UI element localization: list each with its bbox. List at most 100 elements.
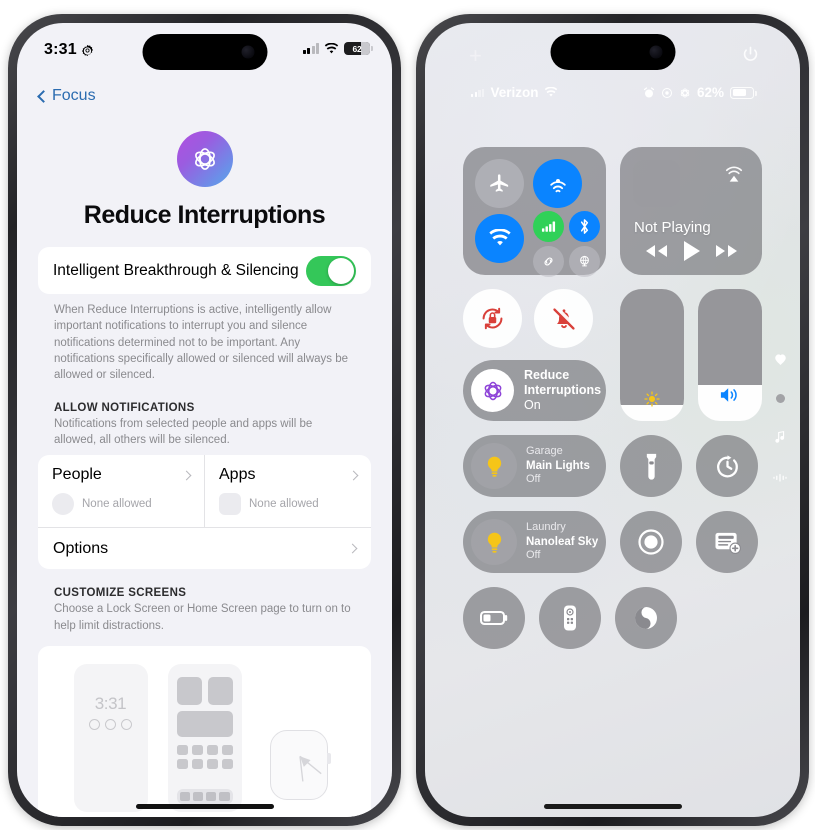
control-row-4: Laundry Nanoleaf Skyl Off	[463, 511, 762, 573]
battery-percent: 62	[352, 43, 362, 54]
speaker-icon	[720, 388, 737, 402]
chevron-right-icon	[181, 470, 192, 481]
home-tile-room: Garage	[526, 445, 563, 458]
dock	[176, 788, 233, 804]
home-tile-state: Off	[526, 473, 541, 486]
focus-tile-reduce-interruptions[interactable]: Reduce Interruptions On	[463, 360, 606, 421]
wifi-button[interactable]	[475, 214, 524, 263]
timer-button[interactable]	[696, 435, 758, 497]
people-cell[interactable]: People None allowed	[38, 455, 204, 527]
home-tile-room: Laundry	[526, 521, 566, 534]
add-control-button[interactable]: +	[469, 45, 482, 67]
rotation-lock-button[interactable]	[463, 289, 522, 348]
home-screen-preview[interactable]	[167, 663, 242, 812]
reduce-interruptions-icon	[680, 87, 690, 98]
personal-hotspot-button[interactable]	[533, 246, 564, 277]
hotspot-link-icon	[544, 257, 553, 266]
screen-record-button[interactable]	[620, 511, 682, 573]
brightness-slider[interactable]	[620, 289, 684, 421]
lock-screen-preview[interactable]: 3:31	[73, 663, 148, 812]
left-controls-column: Reduce Interruptions On	[463, 289, 606, 421]
back-to-focus-button[interactable]: Focus	[37, 87, 96, 105]
chevron-right-icon	[348, 470, 359, 481]
power-icon	[743, 46, 758, 61]
people-header: People	[52, 466, 192, 484]
airdrop-icon	[549, 178, 566, 192]
reduce-interruptions-icon	[176, 131, 233, 187]
control-row-5	[463, 587, 762, 649]
control-row-2: Reduce Interruptions On	[463, 289, 762, 421]
lock-preview-dots	[89, 718, 132, 730]
home-tile-laundry[interactable]: Laundry Nanoleaf Skyl Off	[463, 511, 606, 573]
brightness-icon	[644, 391, 660, 407]
focus-tile-text: Reduce Interruptions On	[524, 368, 601, 413]
power-button[interactable]	[741, 45, 760, 69]
volume-slider[interactable]	[698, 289, 762, 421]
home-tile-garage[interactable]: Garage Main Lights Off	[463, 435, 606, 497]
vpn-globe-icon	[580, 255, 589, 267]
remote-icon	[564, 605, 576, 631]
apps-summary: None allowed	[219, 493, 357, 516]
watch-thumb	[269, 729, 331, 800]
airdrop-button[interactable]	[533, 159, 582, 208]
wifi-icon	[545, 87, 558, 97]
control-center-status-bar: Verizon 62%	[425, 85, 800, 100]
flashlight-button[interactable]	[620, 435, 682, 497]
status-indicators: 62	[302, 42, 373, 55]
allow-notifications-subtitle: Notifications from selected people and a…	[54, 417, 313, 446]
status-time: 3:31	[44, 41, 94, 59]
favorites-icon[interactable]	[773, 353, 788, 368]
chevron-left-icon	[37, 89, 50, 103]
airplane-mode-button[interactable]	[475, 159, 524, 208]
intelligent-breakthrough-row[interactable]: Intelligent Breakthrough & Silencing	[38, 247, 371, 294]
status-indicators: 62%	[643, 85, 757, 100]
home-tile-name: Main Lights	[526, 459, 590, 472]
vpn-button[interactable]	[569, 246, 600, 277]
quick-note-button[interactable]	[696, 511, 758, 573]
play-icon[interactable]	[682, 240, 701, 262]
home-tile-text: Laundry Nanoleaf Skyl Off	[526, 521, 598, 563]
bluetooth-button[interactable]	[569, 211, 600, 242]
battery-fade	[361, 42, 370, 55]
options-row[interactable]: Options	[38, 527, 371, 570]
forward-icon[interactable]	[714, 243, 740, 259]
volume-icon-wrap	[698, 385, 762, 405]
apple-tv-remote-button[interactable]	[539, 587, 601, 649]
dark-mode-button[interactable]	[615, 587, 677, 649]
lock-preview-time: 3:31	[94, 693, 127, 713]
cellular-icon	[541, 221, 556, 232]
apps-cell[interactable]: Apps None allowed	[204, 455, 371, 528]
watch-preview[interactable]	[262, 664, 336, 800]
front-camera-icon	[649, 45, 662, 59]
page-title: Reduce Interruptions	[83, 201, 326, 229]
silent-mode-button[interactable]	[534, 289, 593, 348]
intelligent-breakthrough-toggle[interactable]	[306, 255, 356, 286]
iphone-settings-frame: 3:31 62 Focus Reduce Interruptions Intel…	[8, 14, 401, 826]
dynamic-island	[550, 34, 675, 70]
battery-indicator: 62	[344, 42, 373, 55]
airplay-button[interactable]	[721, 161, 747, 192]
page-dot[interactable]	[775, 394, 785, 403]
rewind-icon[interactable]	[643, 243, 669, 259]
screenshot-root: 3:31 62 Focus Reduce Interruptions Intel…	[0, 0, 815, 830]
apps-title: Apps	[219, 466, 256, 484]
music-icon[interactable]	[773, 429, 787, 444]
iphone-control-center-frame: + Verizon 62% Not Playing Reduce Interru…	[416, 14, 809, 826]
options-label: Options	[53, 539, 109, 557]
home-tile-state: Off	[526, 549, 541, 562]
airplane-icon	[490, 174, 509, 192]
focus-tile-line2: Interruptions	[524, 383, 602, 397]
people-subtitle: None allowed	[82, 498, 152, 511]
low-power-mode-button[interactable]	[463, 587, 525, 649]
wifi-icon	[488, 229, 511, 246]
customize-screens-header: CUSTOMIZE SCREENS	[54, 587, 187, 600]
connectivity-icon[interactable]	[772, 470, 788, 484]
media-module[interactable]: Not Playing	[620, 147, 762, 275]
carrier-group: Verizon	[471, 85, 558, 100]
quick-note-icon	[714, 532, 741, 554]
cellular-data-button[interactable]	[533, 211, 564, 242]
people-summary: None allowed	[52, 493, 190, 516]
back-label: Focus	[52, 87, 96, 104]
lock-screen-thumb: 3:31	[73, 663, 148, 812]
apps-header: Apps	[219, 466, 359, 484]
